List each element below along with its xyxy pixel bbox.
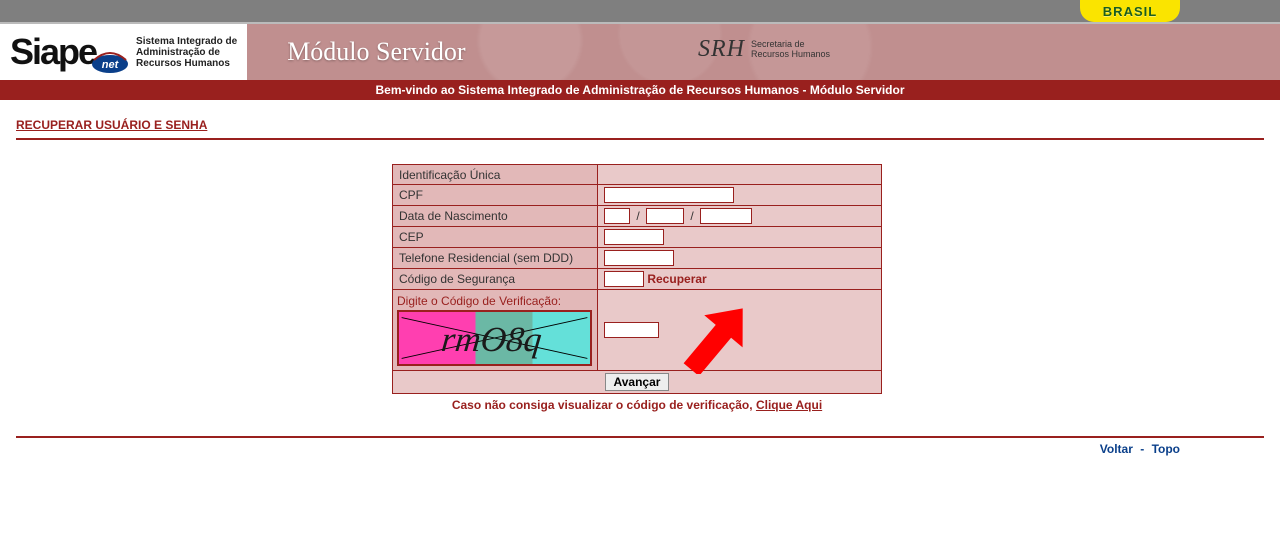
dob-sep1: /	[636, 209, 639, 223]
cpf-cell	[598, 185, 882, 206]
content-area: RECUPERAR USUÁRIO E SENHA Identificação …	[0, 100, 1280, 412]
submit-cell: Avançar	[393, 371, 882, 394]
row-phone: Telefone Residencial (sem DDD)	[393, 248, 882, 269]
recovery-form-table: Identificação Única CPF Data de Nascimen…	[392, 164, 882, 394]
cep-label: CEP	[393, 227, 598, 248]
dob-sep2: /	[690, 209, 693, 223]
row-captcha: Digite o Código de Verificação: rmO8q	[393, 290, 882, 371]
srh-sub-line1: Secretaria de	[751, 39, 805, 49]
row-cpf: CPF	[393, 185, 882, 206]
id-unica-cell	[598, 165, 882, 185]
title-rule	[16, 138, 1264, 140]
captcha-help-line: Caso não consiga visualizar o código de …	[392, 398, 882, 412]
footer-back-link[interactable]: Voltar	[1100, 442, 1133, 456]
row-id-unica: Identificação Única	[393, 165, 882, 185]
gov-top-bar: BRASIL	[0, 0, 1280, 22]
verify-label: Digite o Código de Verificação:	[397, 294, 593, 308]
sec-code-cell: Recuperar	[598, 269, 882, 290]
dob-year-input[interactable]	[700, 208, 752, 224]
recover-link[interactable]: Recuperar	[647, 272, 706, 286]
cpf-input[interactable]	[604, 187, 734, 203]
dob-label: Data de Nascimento	[393, 206, 598, 227]
siape-logo-text: Siape	[10, 31, 96, 72]
siape-logo: Siape	[10, 34, 96, 70]
logo-subtitle: Sistema Integrado de Administração de Re…	[136, 36, 237, 69]
footer-sep: -	[1137, 442, 1148, 456]
sec-code-label: Código de Segurança	[393, 269, 598, 290]
welcome-bar: Bem-vindo ao Sistema Integrado de Admini…	[0, 80, 1280, 100]
cpf-label: CPF	[393, 185, 598, 206]
row-submit: Avançar	[393, 371, 882, 394]
phone-cell	[598, 248, 882, 269]
logo-subtitle-line2: Administração de	[136, 47, 237, 58]
id-unica-label: Identificação Única	[393, 165, 598, 185]
logo-area: Siape net Sistema Integrado de Administr…	[0, 24, 247, 80]
captcha-text: rmO8q	[440, 319, 544, 359]
logo-subtitle-line1: Sistema Integrado de	[136, 36, 237, 47]
cep-cell	[598, 227, 882, 248]
srh-sub-line2: Recursos Humanos	[751, 49, 830, 59]
logo-subtitle-line3: Recursos Humanos	[136, 58, 237, 69]
annotation-arrow-icon	[677, 304, 757, 377]
dob-month-input[interactable]	[646, 208, 684, 224]
brasil-gov-badge[interactable]: BRASIL	[1080, 0, 1180, 22]
row-sec-code: Código de Segurança Recuperar	[393, 269, 882, 290]
module-title: Módulo Servidor	[287, 37, 465, 67]
phone-input[interactable]	[604, 250, 674, 266]
captcha-help-prefix: Caso não consiga visualizar o código de …	[452, 398, 756, 412]
footer-links: Voltar - Topo	[0, 438, 1280, 456]
captcha-image: rmO8q	[397, 310, 592, 366]
srh-logo-area: SRH Secretaria de Recursos Humanos	[698, 36, 830, 63]
verify-input[interactable]	[604, 322, 659, 338]
form-wrap: Identificação Única CPF Data de Nascimen…	[392, 164, 882, 412]
srh-logo-text: SRH	[698, 36, 745, 63]
captcha-cell: Digite o Código de Verificação: rmO8q	[393, 290, 598, 371]
svg-text:net: net	[102, 59, 120, 71]
row-dob: Data de Nascimento / /	[393, 206, 882, 227]
dob-cell: / /	[598, 206, 882, 227]
page-title: RECUPERAR USUÁRIO E SENHA	[16, 118, 1264, 132]
dob-day-input[interactable]	[604, 208, 630, 224]
phone-label: Telefone Residencial (sem DDD)	[393, 248, 598, 269]
net-badge-icon: net	[90, 50, 130, 74]
srh-subtitle: Secretaria de Recursos Humanos	[751, 40, 830, 60]
sec-code-input[interactable]	[604, 271, 644, 287]
welcome-bar-text: Bem-vindo ao Sistema Integrado de Admini…	[376, 83, 905, 97]
captcha-help-link[interactable]: Clique Aqui	[756, 398, 822, 412]
cep-input[interactable]	[604, 229, 664, 245]
footer-top-link[interactable]: Topo	[1152, 442, 1180, 456]
submit-button[interactable]: Avançar	[605, 373, 670, 391]
brasil-gov-badge-label: BRASIL	[1103, 4, 1157, 19]
header-banner: Siape net Sistema Integrado de Administr…	[0, 22, 1280, 80]
row-cep: CEP	[393, 227, 882, 248]
